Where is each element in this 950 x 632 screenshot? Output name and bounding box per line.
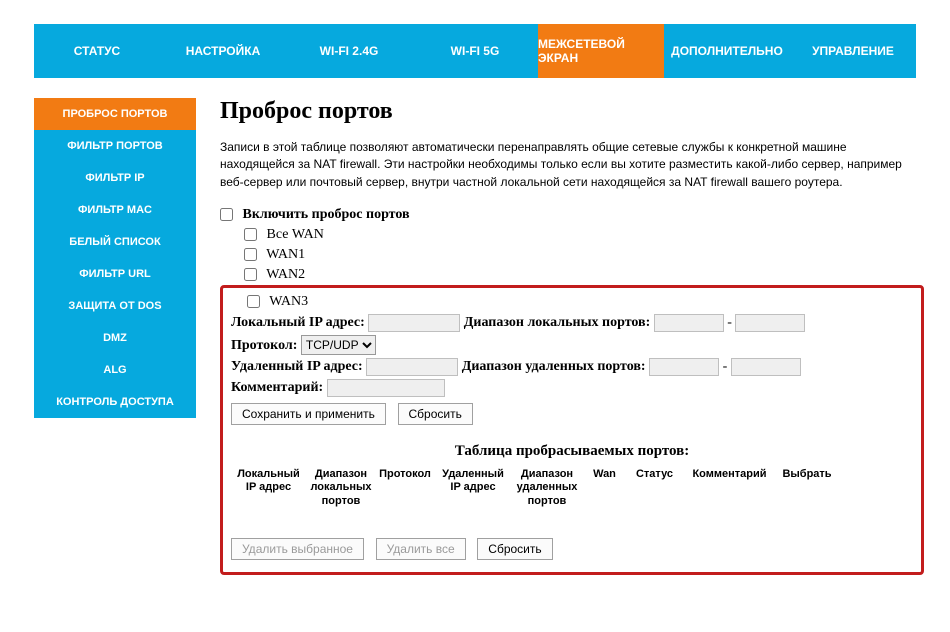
wan1-checkbox[interactable]: [244, 248, 257, 261]
sidebar-dmz[interactable]: DMZ: [34, 322, 196, 354]
top-navigation: СТАТУС НАСТРОЙКА WI-FI 2.4G WI-FI 5G МЕЖ…: [34, 24, 916, 78]
th-remote-port: Диапазон удаленных портов: [512, 466, 582, 510]
delete-all-button[interactable]: Удалить все: [376, 538, 466, 560]
th-select: Выбрать: [777, 466, 837, 510]
reset-table-button[interactable]: Сбросить: [477, 538, 552, 560]
remote-port-to-input[interactable]: [731, 358, 801, 376]
delete-selected-button[interactable]: Удалить выбранное: [231, 538, 364, 560]
wan1-label: WAN1: [266, 247, 305, 262]
comment-input[interactable]: [327, 379, 445, 397]
protocol-label: Протокол:: [231, 338, 297, 353]
nav-wifi5[interactable]: WI-FI 5G: [412, 24, 538, 78]
sidebar: ПРОБРОС ПОРТОВ ФИЛЬТР ПОРТОВ ФИЛЬТР IP Ф…: [34, 98, 196, 575]
enable-port-forward-label: Включить проброс портов: [243, 207, 410, 222]
save-apply-button[interactable]: Сохранить и применить: [231, 403, 386, 425]
local-port-dash: -: [727, 315, 732, 330]
th-protocol: Протокол: [376, 466, 434, 510]
wan3-checkbox[interactable]: [247, 295, 260, 308]
sidebar-mac-filter[interactable]: ФИЛЬТР MAC: [34, 194, 196, 226]
th-local-ip: Локальный IP адрес: [231, 466, 306, 510]
forward-table-header: Локальный IP адрес Диапазон локальных по…: [231, 466, 913, 510]
sidebar-alg[interactable]: ALG: [34, 354, 196, 386]
nav-setup[interactable]: НАСТРОЙКА: [160, 24, 286, 78]
nav-advanced[interactable]: ДОПОЛНИТЕЛЬНО: [664, 24, 790, 78]
remote-port-label: Диапазон удаленных портов:: [462, 359, 646, 374]
sidebar-port-filter[interactable]: ФИЛЬТР ПОРТОВ: [34, 130, 196, 162]
sidebar-dos[interactable]: ЗАЩИТА ОТ DOS: [34, 290, 196, 322]
wan3-label: WAN3: [269, 294, 308, 309]
enable-port-forward-checkbox[interactable]: [220, 208, 233, 221]
remote-ip-input[interactable]: [366, 358, 458, 376]
local-port-from-input[interactable]: [654, 314, 724, 332]
sidebar-url-filter[interactable]: ФИЛЬТР URL: [34, 258, 196, 290]
local-ip-label: Локальный IP адрес:: [231, 315, 365, 330]
page-title: Проброс портов: [220, 98, 924, 125]
local-port-label: Диапазон локальных портов:: [464, 315, 651, 330]
th-comment: Комментарий: [682, 466, 777, 510]
reset-form-button[interactable]: Сбросить: [398, 403, 473, 425]
forward-table-title: Таблица пробрасываемых портов:: [231, 443, 913, 460]
wan-all-label: Все WAN: [267, 227, 324, 242]
remote-port-dash: -: [723, 359, 728, 374]
wan2-checkbox[interactable]: [244, 268, 257, 281]
nav-wifi24[interactable]: WI-FI 2.4G: [286, 24, 412, 78]
wan2-label: WAN2: [266, 267, 305, 282]
main-content: Проброс портов Записи в этой таблице поз…: [196, 98, 930, 575]
th-remote-ip: Удаленный IP адрес: [434, 466, 512, 510]
sidebar-port-forward[interactable]: ПРОБРОС ПОРТОВ: [34, 98, 196, 130]
sidebar-whitelist[interactable]: БЕЛЫЙ СПИСОК: [34, 226, 196, 258]
th-status: Статус: [627, 466, 682, 510]
th-local-port: Диапазон локальных портов: [306, 466, 376, 510]
page-description: Записи в этой таблице позволяют автомати…: [220, 139, 924, 191]
protocol-select[interactable]: TCP/UDP: [301, 335, 376, 355]
local-ip-input[interactable]: [368, 314, 460, 332]
th-wan: Wan: [582, 466, 627, 510]
remote-ip-label: Удаленный IP адрес:: [231, 359, 363, 374]
nav-management[interactable]: УПРАВЛЕНИЕ: [790, 24, 916, 78]
wan-all-checkbox[interactable]: [244, 228, 257, 241]
nav-firewall[interactable]: МЕЖСЕТЕВОЙ ЭКРАН: [538, 24, 664, 78]
comment-label: Комментарий:: [231, 380, 323, 395]
local-port-to-input[interactable]: [735, 314, 805, 332]
nav-status[interactable]: СТАТУС: [34, 24, 160, 78]
sidebar-ip-filter[interactable]: ФИЛЬТР IP: [34, 162, 196, 194]
sidebar-access[interactable]: КОНТРОЛЬ ДОСТУПА: [34, 386, 196, 418]
port-forward-form-highlight: WAN3 Локальный IP адрес: Диапазон локаль…: [220, 285, 924, 575]
remote-port-from-input[interactable]: [649, 358, 719, 376]
